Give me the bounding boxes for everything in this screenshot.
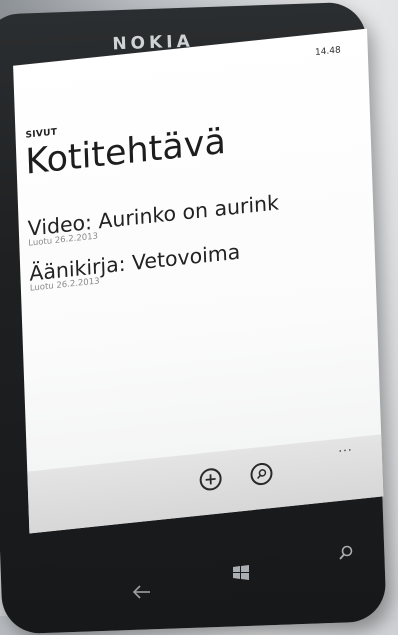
application-bar: ... — [27, 434, 383, 533]
app-header: SIVUT — [25, 127, 57, 140]
back-arrow-icon — [132, 585, 152, 599]
hardware-back-button[interactable] — [132, 584, 152, 603]
search-icon — [338, 545, 354, 561]
status-time: 14.48 — [315, 45, 341, 58]
add-icon — [204, 473, 216, 486]
search-icon — [255, 467, 267, 480]
phone-screen: 14.48 SIVUT Kotitehtävä Video: Aurinko o… — [13, 29, 383, 534]
hardware-search-button[interactable] — [338, 545, 354, 565]
windows-start-icon — [232, 565, 250, 581]
more-menu-button[interactable]: ... — [338, 439, 353, 455]
add-button[interactable] — [199, 467, 222, 491]
search-button[interactable] — [250, 462, 273, 486]
phone-device: NOKIA 14.48 SIVUT Kotitehtävä Video: Aur… — [0, 1, 387, 634]
hardware-start-button[interactable] — [232, 565, 250, 585]
